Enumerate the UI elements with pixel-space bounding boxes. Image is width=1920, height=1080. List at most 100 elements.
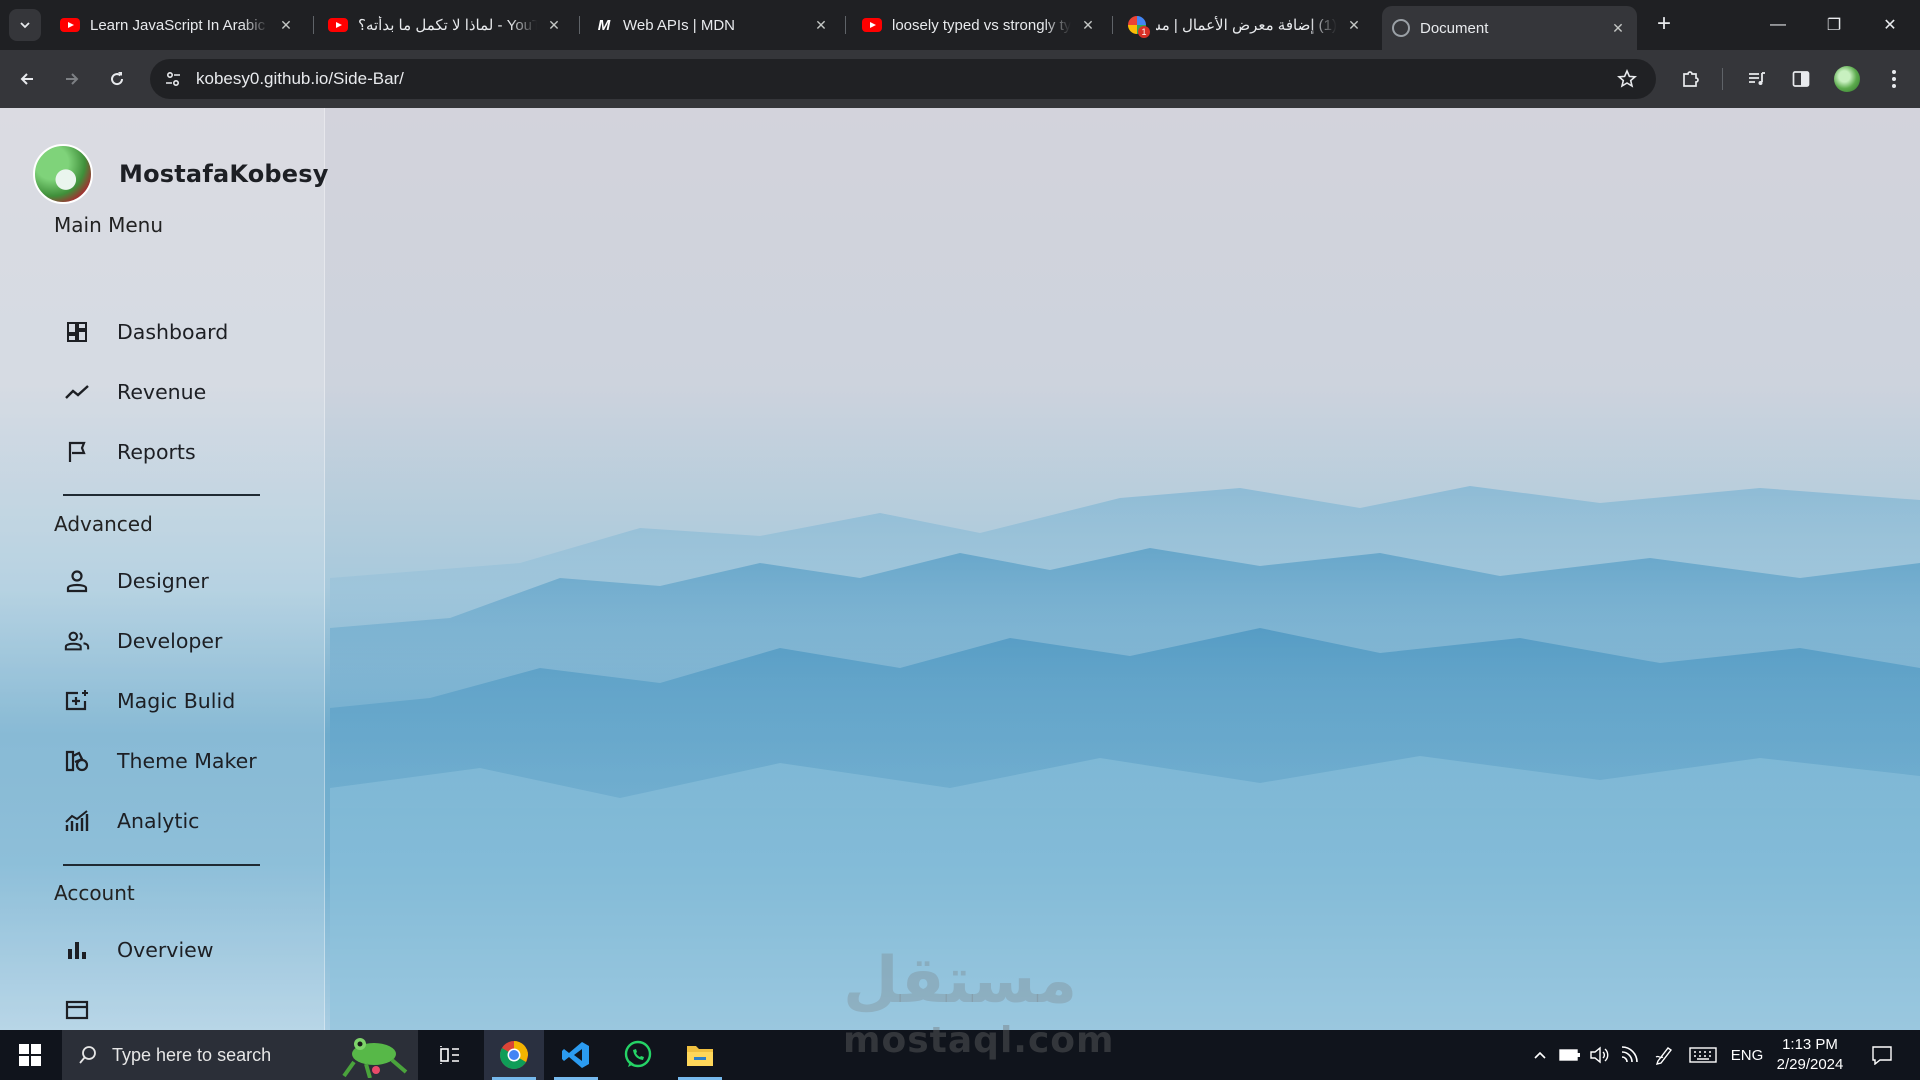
brand[interactable]: MostafaKobesy: [33, 144, 329, 204]
site-info-button[interactable]: [158, 64, 188, 94]
section-divider: [63, 494, 260, 496]
minimize-button[interactable]: —: [1750, 0, 1806, 50]
sidebar-item-developer[interactable]: Developer: [64, 619, 284, 663]
chevron-up-icon: [1534, 1051, 1546, 1059]
tab-close-icon[interactable]: ✕: [1609, 19, 1627, 37]
taskbar-file-explorer[interactable]: [670, 1030, 730, 1080]
language-indicator[interactable]: ENG: [1726, 1030, 1768, 1080]
sidebar-item-label: Dashboard: [117, 320, 229, 344]
sidebar-item-label: Analytic: [117, 809, 200, 833]
clock-date: 2/29/2024: [1776, 1056, 1844, 1073]
watermark-arabic: مستقل: [843, 944, 1078, 1018]
keyboard-icon: [1689, 1047, 1717, 1063]
sidebar-item-label: Developer: [117, 629, 223, 653]
tab-web-apis-mdn[interactable]: M Web APIs | MDN ✕: [585, 8, 840, 42]
chrome-menu-button[interactable]: [1879, 64, 1909, 94]
taskbar-whatsapp[interactable]: [608, 1030, 668, 1080]
sidebar-item-magic-build[interactable]: Magic Bulid: [64, 679, 284, 723]
tab-close-icon[interactable]: ✕: [812, 16, 830, 34]
tab-close-icon[interactable]: ✕: [277, 16, 295, 34]
bookmark-button[interactable]: [1612, 64, 1642, 94]
tune-icon: [166, 71, 180, 87]
sidebar-item-theme-maker[interactable]: Theme Maker: [64, 739, 284, 783]
side-panel-button[interactable]: [1786, 64, 1816, 94]
sidebar-item-analytic[interactable]: Analytic: [64, 799, 284, 843]
back-button[interactable]: [12, 64, 42, 94]
file-explorer-icon: [687, 1046, 713, 1066]
sidebar-item-designer[interactable]: Designer: [64, 559, 284, 603]
trending-up-icon: [64, 379, 90, 405]
tab-title: لماذا لا تكمل ما بدأته؟ - YouTube: [358, 17, 537, 34]
sidebar-item-revenue[interactable]: Revenue: [64, 370, 284, 414]
bar-chart-icon: [64, 937, 90, 963]
restore-button[interactable]: ❐: [1806, 0, 1862, 50]
address-bar[interactable]: kobesy0.github.io/Side-Bar/: [150, 59, 1656, 99]
sidebar-item-partial[interactable]: [64, 988, 284, 1030]
tab-close-icon[interactable]: ✕: [1345, 16, 1363, 34]
section-title-account: Account: [54, 881, 135, 905]
forward-button[interactable]: [57, 64, 87, 94]
close-window-button[interactable]: ✕: [1862, 0, 1918, 50]
clock-time: 1:13 PM: [1782, 1036, 1838, 1053]
touch-keyboard-button[interactable]: [1686, 1030, 1720, 1080]
frog-illustration-icon: [342, 1038, 408, 1078]
tab-close-icon[interactable]: ✕: [1079, 16, 1097, 34]
vscode-icon: [562, 1042, 589, 1068]
taskbar-vscode[interactable]: [546, 1030, 606, 1080]
sidebar-item-label: Theme Maker: [117, 749, 257, 773]
section-title-advanced: Advanced: [54, 512, 153, 536]
task-view-button[interactable]: [420, 1030, 480, 1080]
network-button[interactable]: [1616, 1030, 1644, 1080]
sidebar-item-reports[interactable]: Reports: [64, 430, 284, 474]
sidebar-item-dashboard[interactable]: Dashboard: [64, 310, 284, 354]
tab-mostaql-portfolio[interactable]: (1) إضافة معرض الأعمال | مستقل ✕: [1118, 8, 1373, 42]
taskbar-search-input[interactable]: Type here to search: [62, 1030, 418, 1080]
toolbar-divider: [1722, 68, 1723, 90]
extensions-button[interactable]: [1676, 64, 1706, 94]
tab-close-icon[interactable]: ✕: [545, 16, 563, 34]
notifications-button[interactable]: [1864, 1030, 1900, 1080]
arrow-right-icon: [66, 73, 79, 85]
tab-document[interactable]: Document ✕: [1382, 6, 1637, 50]
chevron-down-icon: [20, 22, 30, 29]
url-text: kobesy0.github.io/Side-Bar/: [196, 69, 404, 88]
star-icon: [1617, 69, 1637, 88]
theme-icon: [64, 748, 90, 774]
sidebar-item-label: Reports: [117, 440, 196, 464]
tab-search-button[interactable]: [9, 9, 41, 41]
volume-icon: [1590, 1046, 1609, 1064]
sidebar: MostafaKobesy Main Menu Dashboard Revenu…: [0, 108, 328, 1030]
browser-toolbar: kobesy0.github.io/Side-Bar/: [0, 50, 1920, 108]
volume-button[interactable]: [1586, 1030, 1614, 1080]
show-hidden-icons-button[interactable]: [1528, 1030, 1552, 1080]
person-icon: [64, 568, 90, 594]
taskbar-chrome[interactable]: [484, 1030, 544, 1080]
whatsapp-icon: [624, 1040, 652, 1068]
battery-icon: [1559, 1049, 1580, 1061]
notification-icon: [1872, 1046, 1892, 1065]
tab-youtube-arabic[interactable]: لماذا لا تكمل ما بدأته؟ - YouTube ✕: [318, 8, 573, 42]
clock[interactable]: 1:13 PM 2/29/2024: [1765, 1035, 1855, 1075]
tab-loosely-typed[interactable]: loosely typed vs strongly typed ✕: [852, 8, 1107, 42]
mdn-icon: M: [597, 16, 611, 34]
sidebar-item-overview[interactable]: Overview: [64, 928, 284, 972]
chrome-icon: [500, 1041, 528, 1069]
reload-button[interactable]: [102, 64, 132, 94]
search-placeholder: Type here to search: [112, 1044, 272, 1065]
card-icon: [64, 997, 90, 1023]
arrow-left-icon: [20, 73, 33, 85]
profile-avatar[interactable]: [1834, 66, 1860, 92]
youtube-icon: [60, 18, 80, 32]
tab-title: Document: [1420, 19, 1489, 37]
dashboard-icon: [64, 319, 90, 345]
battery-button[interactable]: [1556, 1030, 1584, 1080]
tab-separator: [313, 16, 314, 34]
start-button[interactable]: [0, 1030, 60, 1080]
pen-button[interactable]: [1650, 1030, 1678, 1080]
media-controls-button[interactable]: [1742, 64, 1772, 94]
globe-icon: [1392, 19, 1410, 37]
new-tab-button[interactable]: +: [1649, 9, 1679, 39]
analytics-icon: [64, 808, 90, 834]
tab-learn-javascript[interactable]: Learn JavaScript In Arabic 2021 ✕: [50, 8, 305, 42]
sidebar-item-label: Designer: [117, 569, 209, 593]
